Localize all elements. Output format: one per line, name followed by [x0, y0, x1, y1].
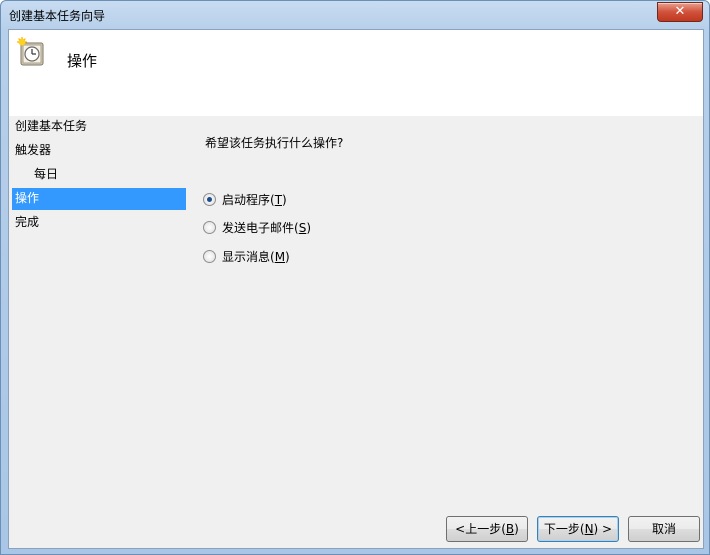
radio-checked-icon[interactable] — [203, 193, 216, 206]
next-button[interactable]: 下一步(N) > — [537, 516, 619, 542]
wizard-header: 操作 — [9, 30, 703, 116]
nav-step-trigger[interactable]: 触发器 — [12, 140, 186, 162]
nav-step-label: 操作 — [15, 191, 40, 205]
radio-start-program[interactable]: 启动程序(T) — [203, 191, 287, 209]
radio-unchecked-icon[interactable] — [203, 221, 216, 234]
nav-step-label: 创建基本任务 — [15, 119, 88, 133]
window-title: 创建基本任务向导 — [9, 9, 106, 23]
cancel-button[interactable]: 取消 — [628, 516, 700, 542]
radio-send-email[interactable]: 发送电子邮件(S) — [203, 219, 311, 237]
close-button[interactable]: ✕ — [657, 2, 703, 22]
mnemonic-key: B — [505, 522, 515, 536]
action-question: 希望该任务执行什么操作? — [205, 136, 344, 150]
button-label: 下一步( — [543, 522, 585, 536]
radio-unchecked-icon[interactable] — [203, 250, 216, 263]
wizard-steps-nav: 创建基本任务 触发器 每日 操作 完成 — [9, 116, 189, 548]
nav-step-label: 触发器 — [15, 143, 52, 157]
back-button[interactable]: <上一步(B) — [446, 516, 528, 542]
page-title: 操作 — [67, 52, 98, 70]
mnemonic-key: M — [274, 250, 286, 264]
radio-label: 启动程序( — [222, 193, 275, 207]
task-clock-icon — [17, 37, 44, 66]
radio-label-suffix: ) — [285, 250, 290, 264]
button-label-suffix: ) > — [593, 522, 613, 536]
nav-step-daily[interactable]: 每日 — [12, 164, 186, 186]
wizard-window: 创建基本任务向导 ✕ 操作 创建基本任务 触发器 每日 操作 完成 希望该任务执… — [0, 0, 710, 555]
close-icon: ✕ — [674, 4, 686, 19]
mnemonic-key: T — [274, 193, 283, 207]
nav-step-create-basic-task[interactable]: 创建基本任务 — [12, 116, 186, 138]
button-label: 取消 — [651, 522, 676, 536]
nav-step-label: 完成 — [15, 215, 40, 229]
nav-step-label: 每日 — [34, 167, 59, 181]
mnemonic-key: N — [584, 522, 594, 536]
radio-show-message[interactable]: 显示消息(M) — [203, 248, 290, 266]
radio-label-suffix: ) — [306, 221, 311, 235]
button-label: <上一步( — [455, 522, 506, 536]
nav-step-finish[interactable]: 完成 — [12, 212, 186, 234]
radio-label-suffix: ) — [282, 193, 287, 207]
radio-label: 发送电子邮件( — [222, 221, 299, 235]
button-label-suffix: ) — [514, 522, 519, 536]
nav-step-action[interactable]: 操作 — [12, 188, 186, 210]
radio-label: 显示消息( — [222, 250, 275, 264]
wizard-client-area: 操作 创建基本任务 触发器 每日 操作 完成 希望该任务执行什么操作? 启动程序… — [8, 29, 704, 549]
title-bar[interactable]: 创建基本任务向导 ✕ — [1, 1, 709, 29]
